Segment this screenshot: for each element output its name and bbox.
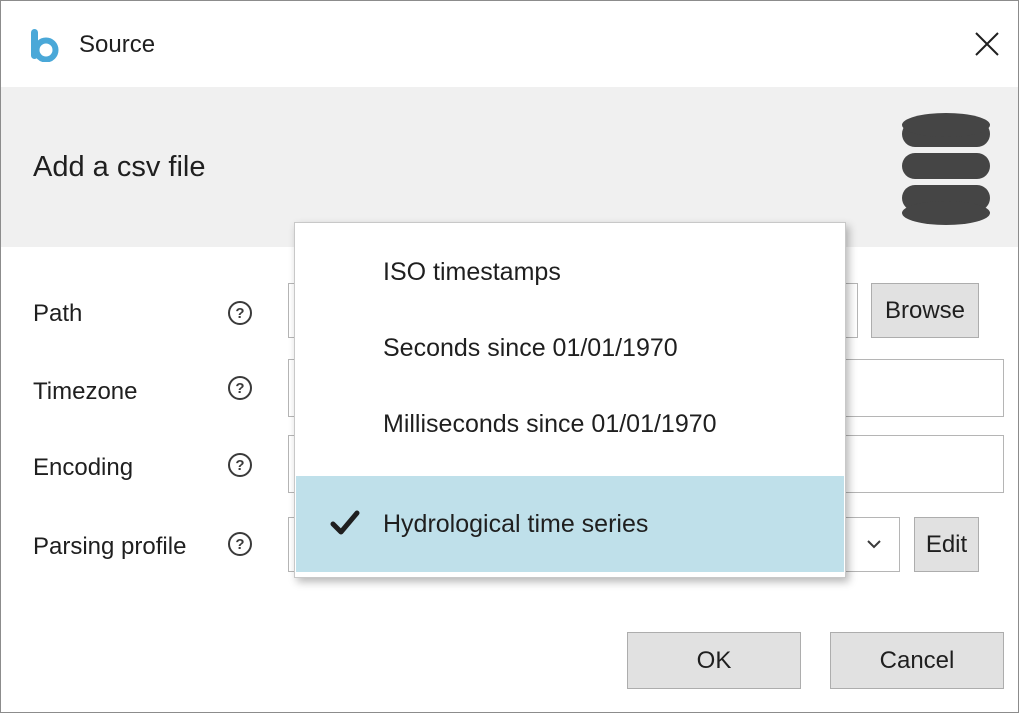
dropdown-option-iso-timestamps[interactable]: ISO timestamps [296, 236, 844, 312]
dropdown-option-milliseconds[interactable]: Milliseconds since 01/01/1970 [296, 388, 844, 464]
path-label: Path [33, 300, 83, 327]
checkmark-icon [330, 510, 360, 535]
option-label: Hydrological time series [383, 510, 649, 538]
edit-button[interactable]: Edit [914, 517, 979, 572]
option-label: Seconds since 01/01/1970 [383, 334, 678, 362]
parsing-profile-dropdown-toggle[interactable] [849, 517, 899, 571]
title-bar: Source [1, 1, 1018, 87]
parsing-profile-label: Parsing profile [33, 533, 187, 560]
timezone-help-icon[interactable]: ? [228, 376, 252, 400]
close-button[interactable] [961, 18, 1013, 70]
chevron-down-icon [867, 540, 881, 549]
parsing-profile-help-icon[interactable]: ? [228, 532, 252, 556]
option-label: ISO timestamps [383, 258, 561, 286]
window-title: Source [79, 31, 156, 58]
path-help-icon[interactable]: ? [228, 301, 252, 325]
header-title: Add a csv file [33, 151, 206, 183]
app-logo-icon [31, 29, 59, 62]
ok-button[interactable]: OK [627, 632, 801, 689]
timezone-label: Timezone [33, 378, 138, 405]
dropdown-option-hydrological[interactable]: Hydrological time series [296, 476, 844, 572]
browse-button[interactable]: Browse [871, 283, 979, 338]
cancel-button[interactable]: Cancel [830, 632, 1004, 689]
database-icon [902, 113, 990, 225]
dropdown-option-seconds[interactable]: Seconds since 01/01/1970 [296, 312, 844, 388]
encoding-help-icon[interactable]: ? [228, 453, 252, 477]
encoding-label: Encoding [33, 454, 134, 481]
option-label: Milliseconds since 01/01/1970 [383, 410, 717, 438]
close-icon [975, 32, 999, 56]
parsing-profile-dropdown-menu: ISO timestamps Seconds since 01/01/1970 … [294, 222, 846, 578]
